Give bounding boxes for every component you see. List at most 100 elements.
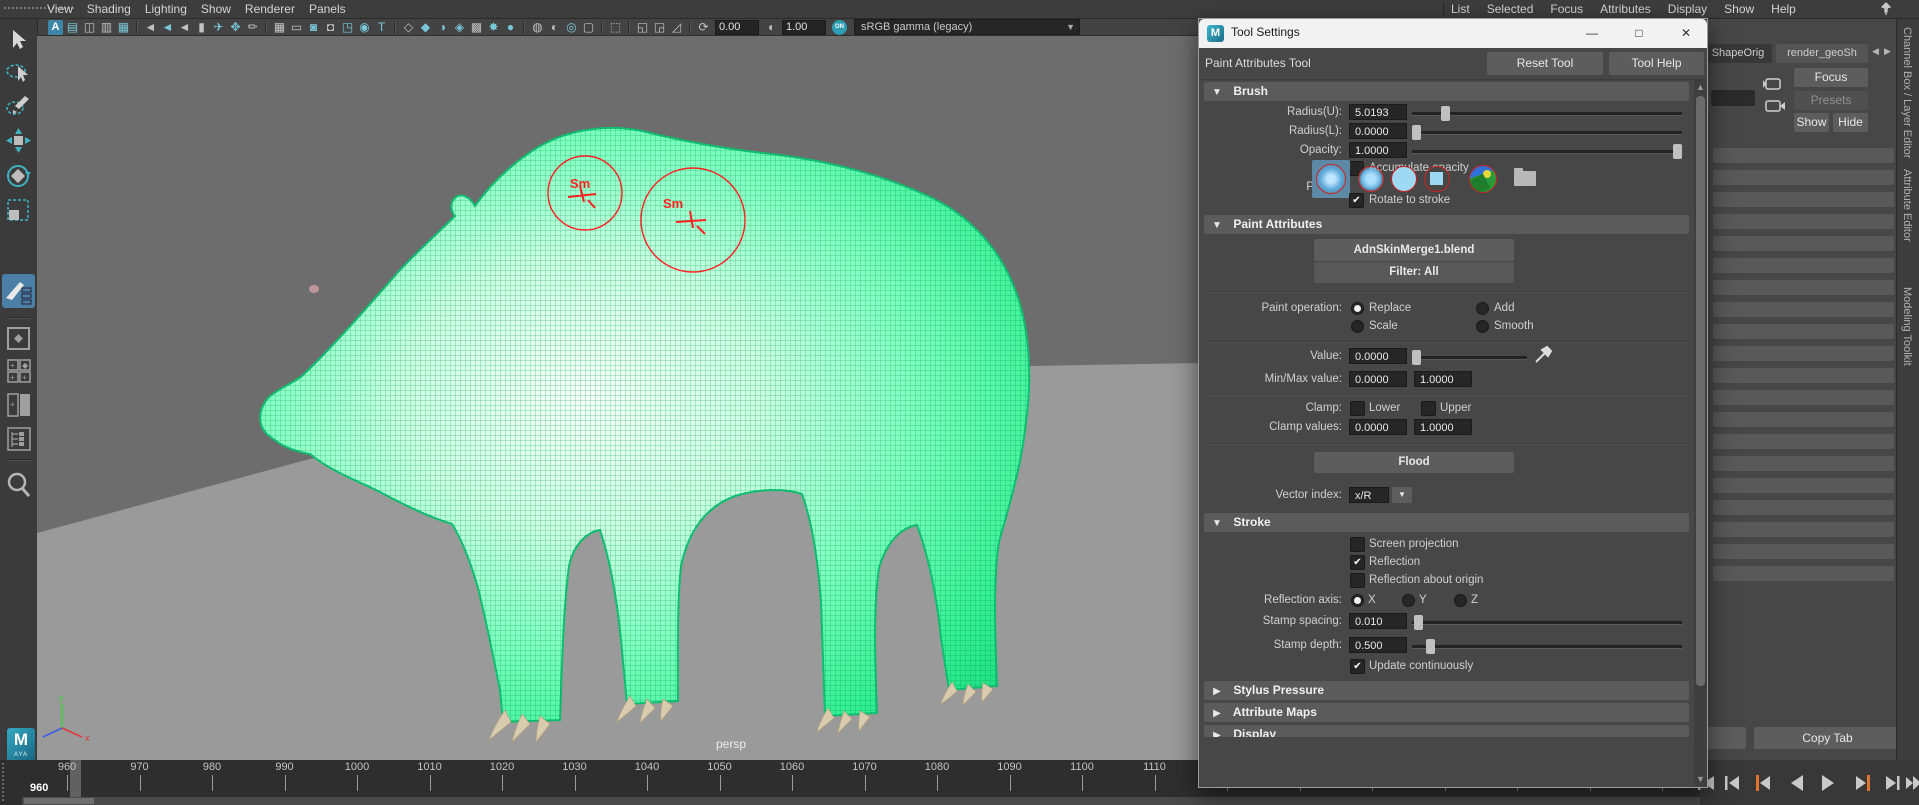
isolate-select-icon[interactable]: ⬚ xyxy=(608,20,623,35)
panel-menu-view[interactable]: View xyxy=(47,0,73,18)
stamp-depth-field[interactable]: 0.500 xyxy=(1349,637,1407,653)
editor-menu-attributes[interactable]: Attributes xyxy=(1600,0,1651,18)
tab-scroll-left-icon[interactable]: ◀ xyxy=(1872,46,1879,57)
brush-profile-gaussian-selected[interactable] xyxy=(1312,160,1350,198)
value-field[interactable]: 0.0000 xyxy=(1349,348,1407,364)
scrollbar-thumb[interactable] xyxy=(1696,96,1705,686)
attribute-row[interactable] xyxy=(1713,346,1894,361)
stamp-spacing-field[interactable]: 0.010 xyxy=(1349,613,1407,629)
camera-select-icon[interactable]: ◄ xyxy=(143,20,158,35)
checker-map-icon[interactable]: ▩ xyxy=(469,20,484,35)
wireframe-on-shaded-icon[interactable]: ◈ xyxy=(452,20,467,35)
color-management-on-badge[interactable]: ON xyxy=(832,20,847,35)
radio-axis-x[interactable] xyxy=(1351,594,1364,607)
bookmark-icon[interactable]: ▮ xyxy=(194,20,209,35)
camera-lock-icon[interactable]: ◄ xyxy=(160,20,175,35)
editor-menu-selected[interactable]: Selected xyxy=(1487,0,1534,18)
panel-single-icon[interactable]: ▤ xyxy=(65,20,80,35)
radius-u-slider[interactable] xyxy=(1412,112,1682,116)
stamp-depth-slider-handle[interactable] xyxy=(1426,639,1435,654)
panel-menu-shading[interactable]: Shading xyxy=(87,0,131,18)
min-value-field[interactable]: 0.0000 xyxy=(1349,371,1407,387)
screen-space-ao-icon[interactable]: ◍ xyxy=(530,20,545,35)
image-plane-icon[interactable]: ✈ xyxy=(211,20,226,35)
editor-menu-help[interactable]: Help xyxy=(1771,0,1796,18)
node-name-field[interactable] xyxy=(1711,90,1755,106)
attribute-row[interactable] xyxy=(1713,170,1894,185)
brush-profile-square[interactable] xyxy=(1422,164,1452,194)
attribute-row[interactable] xyxy=(1713,192,1894,207)
vector-index-dropdown-button[interactable]: ▼ xyxy=(1392,487,1412,503)
panel-split-icon[interactable]: ◫ xyxy=(82,20,97,35)
brush-profile-solid[interactable] xyxy=(1389,164,1419,194)
reflection-checkbox[interactable]: ✔ xyxy=(1350,555,1365,570)
hide-button[interactable]: Hide xyxy=(1833,113,1868,132)
layout-outliner-pane[interactable] xyxy=(5,425,32,452)
copy-tab-button[interactable]: Copy Tab xyxy=(1754,727,1901,749)
editor-menu-focus[interactable]: Focus xyxy=(1550,0,1583,18)
tab-scroll-right-icon[interactable]: ▶ xyxy=(1884,46,1891,57)
camera-attributes-icon[interactable]: ◄ xyxy=(177,20,192,35)
step-back-key-button[interactable] xyxy=(1753,772,1775,794)
radius-l-slider-handle[interactable] xyxy=(1412,125,1421,140)
radio-scale[interactable] xyxy=(1351,320,1364,333)
stroke-section-header[interactable]: ▼ Stroke xyxy=(1204,513,1689,532)
screen-projection-checkbox[interactable] xyxy=(1350,537,1365,552)
reflection-about-origin-checkbox[interactable] xyxy=(1350,573,1365,588)
attribute-editor-tab-rendergeo[interactable]: render_geoSh xyxy=(1776,44,1868,63)
stamp-spacing-slider[interactable] xyxy=(1412,621,1682,625)
editor-menu-show[interactable]: Show xyxy=(1724,0,1754,18)
eyedropper-icon[interactable] xyxy=(1533,343,1555,365)
scale-tool[interactable] xyxy=(5,197,32,224)
show-button[interactable]: Show xyxy=(1794,113,1829,132)
brush-section-header[interactable]: ▼ Brush xyxy=(1204,82,1689,101)
go-to-end-button[interactable] xyxy=(1904,772,1919,794)
depth-peeling-icon[interactable]: ▢ xyxy=(581,20,596,35)
panel-menu-renderer[interactable]: Renderer xyxy=(245,0,295,18)
attribute-row[interactable] xyxy=(1713,434,1894,449)
view-transform-dropdown[interactable]: sRGB gamma (legacy) ▼ xyxy=(854,19,1080,35)
flood-button[interactable]: Flood xyxy=(1314,452,1514,473)
motion-blur-toggle-icon[interactable]: ◐ xyxy=(547,20,562,35)
move-tool[interactable] xyxy=(5,127,32,154)
brush-profile-soft[interactable] xyxy=(1356,164,1386,194)
opacity-slider-handle[interactable] xyxy=(1673,144,1682,159)
attribute-row[interactable] xyxy=(1713,368,1894,383)
scroll-up-icon[interactable]: ▲ xyxy=(1696,82,1705,92)
editor-menu-list[interactable]: List xyxy=(1451,0,1470,18)
radius-l-field[interactable]: 0.0000 xyxy=(1349,123,1407,139)
timeline-grip[interactable] xyxy=(2,763,24,801)
film-gate-icon[interactable]: ▭ xyxy=(289,20,304,35)
attribute-row[interactable] xyxy=(1713,412,1894,427)
paint-attributes-section-header[interactable]: ▼ Paint Attributes xyxy=(1204,215,1689,234)
opacity-field[interactable]: 1.0000 xyxy=(1349,142,1407,158)
scroll-down-icon[interactable]: ▼ xyxy=(1696,774,1705,784)
tool-help-button[interactable]: Tool Help xyxy=(1609,52,1704,75)
vector-index-value[interactable]: x/R xyxy=(1349,487,1389,503)
radius-l-slider[interactable] xyxy=(1412,131,1682,135)
attribute-editor-tab-shapeorig[interactable]: ShapeOrig xyxy=(1704,44,1772,63)
field-chart-icon[interactable]: T xyxy=(374,20,389,35)
sidebar-tab-modeling-toolkit[interactable]: Modeling Toolkit xyxy=(1901,287,1913,366)
radio-replace[interactable] xyxy=(1351,302,1364,315)
attribute-row[interactable] xyxy=(1713,456,1894,471)
sidebar-tab-attribute-editor[interactable]: Attribute Editor xyxy=(1901,169,1913,242)
max-value-field[interactable]: 1.0000 xyxy=(1414,371,1472,387)
attribute-row[interactable] xyxy=(1713,236,1894,251)
clamp-min-field[interactable]: 0.0000 xyxy=(1349,419,1407,435)
brush-profile-image[interactable] xyxy=(1467,163,1497,193)
select-tool[interactable] xyxy=(5,27,32,54)
range-slider[interactable] xyxy=(22,797,1700,805)
textured-mode-icon[interactable]: ◑ xyxy=(435,20,450,35)
radio-axis-y[interactable] xyxy=(1402,594,1415,607)
presets-button[interactable]: Presets xyxy=(1794,91,1868,110)
clamp-max-field[interactable]: 1.0000 xyxy=(1414,419,1472,435)
gamma-icon[interactable]: ◖ xyxy=(763,20,778,35)
sidebar-tab-channel-box[interactable]: Channel Box / Layer Editor xyxy=(1901,27,1913,158)
radius-u-slider-handle[interactable] xyxy=(1441,106,1450,121)
grease-pencil-icon[interactable]: ✏ xyxy=(245,20,260,35)
anti-alias-toggle-icon[interactable]: ◎ xyxy=(564,20,579,35)
attribute-row[interactable] xyxy=(1713,478,1894,493)
step-back-frame-button[interactable] xyxy=(1722,772,1744,794)
gamma-field[interactable]: 1.00 xyxy=(782,20,826,35)
